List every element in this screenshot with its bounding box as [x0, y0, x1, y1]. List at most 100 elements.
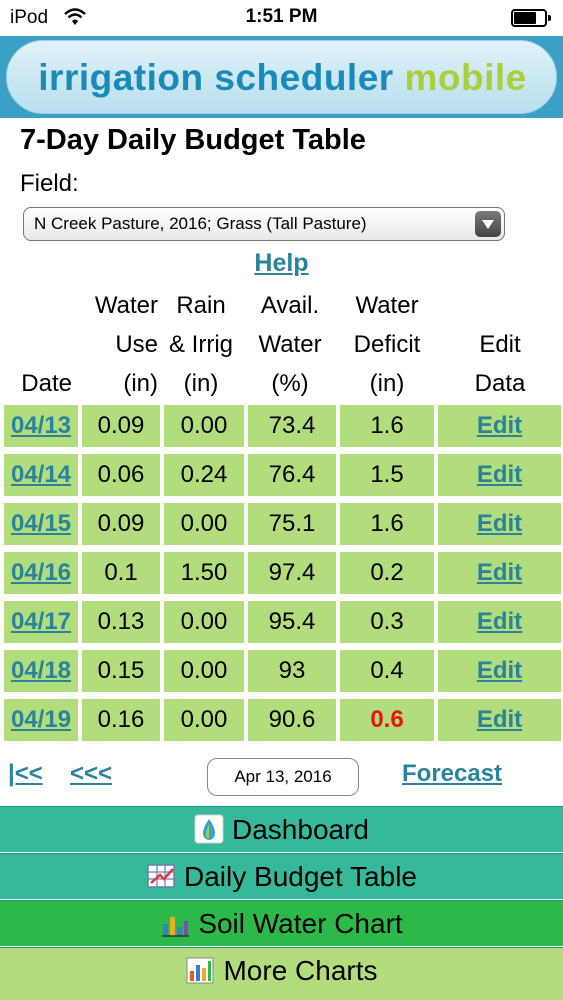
- header-date: Date: [4, 286, 72, 403]
- table-row: 04/19 0.16 0.00 90.6 0.6 Edit: [0, 699, 563, 741]
- header-water-deficit-line2: Deficit: [353, 331, 421, 358]
- menu-dashboard-label: Dashboard: [232, 814, 369, 845]
- chevron-down-icon: [475, 211, 501, 237]
- table-row: 04/13 0.09 0.00 73.4 1.6 Edit: [0, 405, 563, 447]
- field-select-value: N Creek Pasture, 2016; Grass (Tall Pastu…: [34, 214, 367, 233]
- menu-soil-water-chart-button[interactable]: Soil Water Chart: [0, 900, 563, 946]
- header-edit-data-line1: [440, 286, 560, 325]
- header-rain-irrig-line1: Rain: [176, 292, 226, 319]
- header-edit-data-line2: Edit: [479, 331, 521, 358]
- forecast-link[interactable]: Forecast: [402, 760, 502, 788]
- previous-week-link[interactable]: <<<: [70, 760, 112, 788]
- header-avail-water: Avail. Water (%): [248, 286, 332, 403]
- deficit-cell: 0.4: [340, 650, 434, 692]
- avail-water-cell: 76.4: [248, 454, 336, 496]
- avail-water-cell: 93: [248, 650, 336, 692]
- header-water-deficit-line1: Water: [355, 292, 419, 319]
- deficit-cell: 0.2: [340, 552, 434, 594]
- avail-water-cell: 75.1: [248, 503, 336, 545]
- edit-link[interactable]: Edit: [438, 601, 561, 643]
- status-bar: iPod 1:51 PM: [0, 0, 563, 36]
- water-use-cell: 0.09: [82, 405, 160, 447]
- page-title: 7-Day Daily Budget Table: [20, 124, 366, 156]
- deficit-cell: 0.3: [340, 601, 434, 643]
- date-link[interactable]: 04/13: [4, 405, 78, 447]
- avail-water-cell: 90.6: [248, 699, 336, 741]
- edit-link[interactable]: Edit: [438, 699, 561, 741]
- field-select[interactable]: N Creek Pasture, 2016; Grass (Tall Pastu…: [23, 207, 505, 241]
- rain-irrig-cell: 1.50: [164, 552, 244, 594]
- first-page-link[interactable]: |<<: [8, 760, 43, 788]
- edit-link[interactable]: Edit: [438, 650, 561, 692]
- field-label: Field:: [20, 170, 79, 197]
- water-use-cell: 0.15: [82, 650, 160, 692]
- deficit-cell: 1.5: [340, 454, 434, 496]
- menu-more-charts-label: More Charts: [223, 955, 378, 986]
- rain-irrig-cell: 0.00: [164, 650, 244, 692]
- more-charts-icon: [186, 957, 214, 984]
- date-link[interactable]: 04/18: [4, 650, 78, 692]
- water-use-cell: 0.06: [82, 454, 160, 496]
- header-rain-irrig: Rain & Irrig (in): [162, 286, 240, 403]
- header-water-use: Water Use (in): [80, 286, 158, 403]
- avail-water-cell: 73.4: [248, 405, 336, 447]
- header-water-use-line1: Water: [94, 292, 158, 319]
- date-picker[interactable]: Apr 13, 2016: [207, 758, 359, 796]
- menu-dashboard-button[interactable]: Dashboard: [0, 806, 563, 852]
- edit-link[interactable]: Edit: [438, 405, 561, 447]
- banner-title-main: irrigation scheduler: [38, 57, 394, 98]
- date-link[interactable]: 04/17: [4, 601, 78, 643]
- rain-irrig-cell: 0.24: [164, 454, 244, 496]
- avail-water-cell: 95.4: [248, 601, 336, 643]
- rain-irrig-cell: 0.00: [164, 601, 244, 643]
- table-row: 04/17 0.13 0.00 95.4 0.3 Edit: [0, 601, 563, 643]
- table-row: 04/15 0.09 0.00 75.1 1.6 Edit: [0, 503, 563, 545]
- table-row: 04/14 0.06 0.24 76.4 1.5 Edit: [0, 454, 563, 496]
- help-link-row: Help: [0, 249, 563, 278]
- header-avail-water-line3: (%): [271, 370, 309, 397]
- header-avail-water-line2: Water: [258, 331, 322, 358]
- header-edit-data-line3: Data: [474, 370, 526, 397]
- date-link[interactable]: 04/16: [4, 552, 78, 594]
- deficit-cell: 1.6: [340, 405, 434, 447]
- header-water-use-line3: (in): [123, 370, 158, 397]
- date-link[interactable]: 04/14: [4, 454, 78, 496]
- rain-irrig-cell: 0.00: [164, 699, 244, 741]
- edit-link[interactable]: Edit: [438, 503, 561, 545]
- water-use-cell: 0.13: [82, 601, 160, 643]
- battery-icon: [511, 9, 551, 27]
- edit-link[interactable]: Edit: [438, 552, 561, 594]
- deficit-cell: 1.6: [340, 503, 434, 545]
- header-edit-data: Edit Data: [440, 286, 560, 403]
- help-link[interactable]: Help: [254, 249, 308, 277]
- header-rain-irrig-line2: & Irrig: [168, 331, 233, 358]
- header-water-deficit-line3: (in): [369, 370, 405, 397]
- header-rain-irrig-line3: (in): [183, 370, 219, 397]
- date-link[interactable]: 04/15: [4, 503, 78, 545]
- rain-irrig-cell: 0.00: [164, 405, 244, 447]
- header-water-use-line2: Use: [115, 331, 158, 358]
- menu-daily-budget-table-label: Daily Budget Table: [184, 861, 417, 892]
- banner-title-mobile: mobile: [404, 57, 527, 98]
- water-use-cell: 0.16: [82, 699, 160, 741]
- header-date-line3: Date: [21, 370, 72, 397]
- table-row: 04/18 0.15 0.00 93 0.4 Edit: [0, 650, 563, 692]
- deficit-cell-alert: 0.6: [340, 699, 434, 741]
- dashboard-icon: [194, 814, 224, 844]
- app-banner: irrigation scheduler mobile: [0, 36, 563, 118]
- table-row: 04/16 0.1 1.50 97.4 0.2 Edit: [0, 552, 563, 594]
- avail-water-cell: 97.4: [248, 552, 336, 594]
- water-use-cell: 0.09: [82, 503, 160, 545]
- header-avail-water-line1: Avail.: [260, 292, 320, 319]
- date-link[interactable]: 04/19: [4, 699, 78, 741]
- budget-table-icon: [147, 863, 175, 888]
- soil-water-chart-icon: [162, 916, 190, 937]
- menu-daily-budget-table-button[interactable]: Daily Budget Table: [0, 853, 563, 899]
- banner-logo: irrigation scheduler mobile: [6, 40, 557, 114]
- rain-irrig-cell: 0.00: [164, 503, 244, 545]
- menu-soil-water-chart-label: Soil Water Chart: [198, 908, 403, 939]
- menu-more-charts-button[interactable]: More Charts: [0, 947, 563, 1000]
- header-date-line1: [4, 286, 72, 325]
- edit-link[interactable]: Edit: [438, 454, 561, 496]
- header-water-deficit: Water Deficit (in): [340, 286, 434, 403]
